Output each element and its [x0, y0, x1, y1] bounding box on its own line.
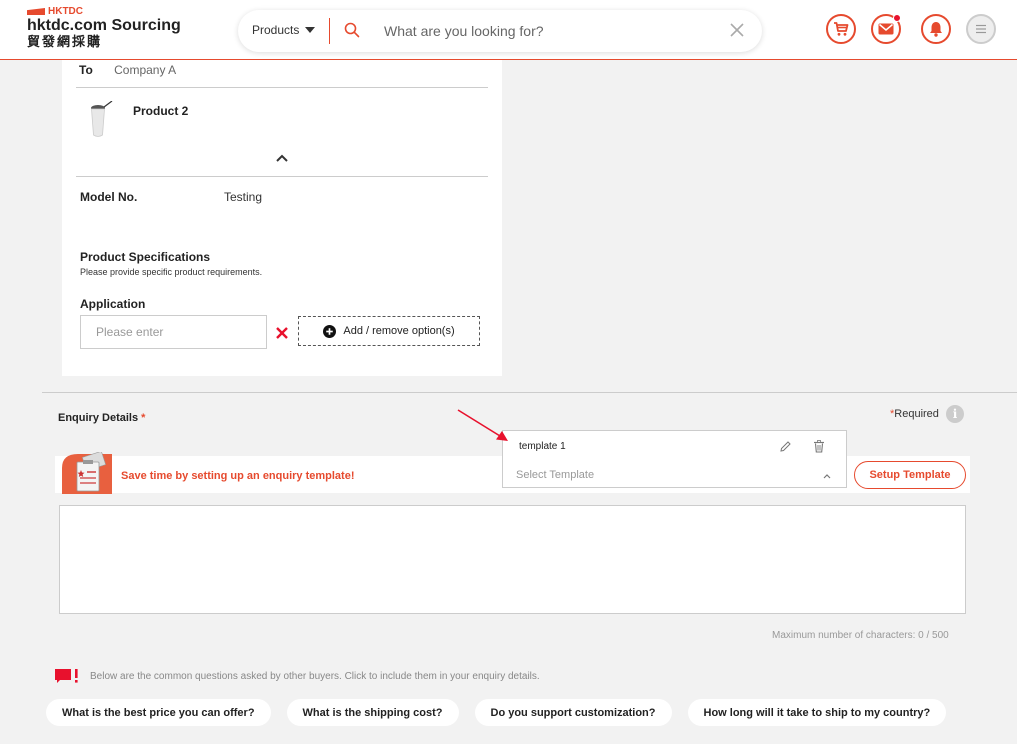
divider [76, 176, 488, 177]
chat-alert-icon [55, 669, 78, 683]
question-chip[interactable]: Do you support customization? [474, 699, 672, 726]
search-divider [329, 18, 330, 44]
model-number-label: Model No. [80, 190, 138, 204]
logo-sub-text: 貿發網採購 [27, 34, 103, 49]
application-label: Application [80, 297, 146, 311]
bell-icon [930, 22, 942, 37]
annotation-arrow [457, 409, 508, 441]
template-select[interactable]: Select Template [503, 461, 846, 489]
setup-template-button[interactable]: Setup Template [854, 461, 966, 489]
recipient-company: Company A [114, 63, 177, 77]
question-chips: What is the best price you can offer? Wh… [46, 699, 947, 726]
template-option[interactable]: template 1 [503, 431, 846, 460]
model-number-value: Testing [224, 190, 263, 204]
search-category-dropdown[interactable]: Products [252, 23, 316, 37]
hktdc-flag-icon [27, 8, 45, 15]
recipient-row: To Company A [79, 63, 176, 77]
template-option-label: template 1 [519, 441, 566, 452]
cart-button[interactable] [826, 14, 856, 44]
common-questions-text: Below are the common questions asked by … [90, 670, 540, 682]
product-card: To Company A Product 2 Model No. Testing… [62, 60, 502, 376]
required-note-label: Required [894, 408, 939, 420]
clear-icon[interactable] [728, 21, 746, 39]
question-chip[interactable]: What is the shipping cost? [286, 699, 459, 726]
notifications-button[interactable] [921, 14, 951, 44]
required-note: *Required [890, 408, 939, 420]
add-remove-options-label: Add / remove option(s) [343, 325, 455, 337]
section-divider [42, 392, 1017, 393]
caret-down-icon [305, 27, 316, 33]
enquiry-details-textarea[interactable] [59, 505, 966, 614]
enquiry-details-label: Enquiry Details [58, 412, 139, 424]
search-icon[interactable] [344, 22, 360, 38]
chevron-up-icon [823, 474, 831, 479]
character-count: Maximum number of characters: 0 / 500 [772, 630, 949, 641]
product-specifications-hint: Please provide specific product requirem… [80, 267, 263, 277]
common-questions-note: Below are the common questions asked by … [54, 668, 540, 684]
enquiry-details-title: Enquiry Details * [58, 412, 145, 424]
required-star: * [141, 412, 146, 424]
template-dropdown: template 1 Select Template [502, 430, 847, 488]
to-label: To [79, 63, 93, 77]
question-chip[interactable]: How long will it take to ship to my coun… [687, 699, 947, 726]
divider [76, 87, 488, 88]
top-header: HKTDC hktdc.com Sourcing 貿發網採購 Products [0, 0, 1017, 60]
trash-icon[interactable] [813, 440, 825, 453]
search-input[interactable] [384, 21, 704, 41]
chevron-up-icon[interactable] [275, 153, 289, 163]
search-category-label: Products [252, 23, 300, 37]
menu-button[interactable] [966, 14, 996, 44]
mail-icon [878, 23, 894, 35]
hamburger-icon [976, 24, 986, 34]
product-specifications-title: Product Specifications [80, 250, 211, 264]
edit-pencil-icon[interactable] [779, 440, 792, 453]
template-clipboard-icon [62, 452, 112, 494]
notification-dot [893, 14, 901, 22]
template-select-placeholder: Select Template [516, 469, 595, 481]
template-banner-text: Save time by setting up an enquiry templ… [121, 470, 355, 482]
search-bar: Products [238, 10, 762, 52]
plus-circle-icon [323, 324, 337, 338]
product-name: Product 2 [133, 104, 189, 118]
cart-icon [834, 22, 849, 36]
hktdc-logo[interactable]: HKTDC hktdc.com Sourcing 貿發網採購 [27, 6, 181, 49]
logo-main-text: hktdc.com Sourcing [27, 17, 181, 34]
product-thumbnail [91, 101, 113, 137]
messages-button[interactable] [871, 14, 901, 44]
logo-top-text: HKTDC [48, 6, 83, 17]
remove-x-icon[interactable] [275, 326, 289, 340]
application-input[interactable] [80, 315, 267, 349]
info-icon[interactable]: i [946, 405, 964, 423]
question-chip[interactable]: What is the best price you can offer? [46, 699, 271, 726]
add-remove-options-button[interactable]: Add / remove option(s) [298, 316, 480, 346]
